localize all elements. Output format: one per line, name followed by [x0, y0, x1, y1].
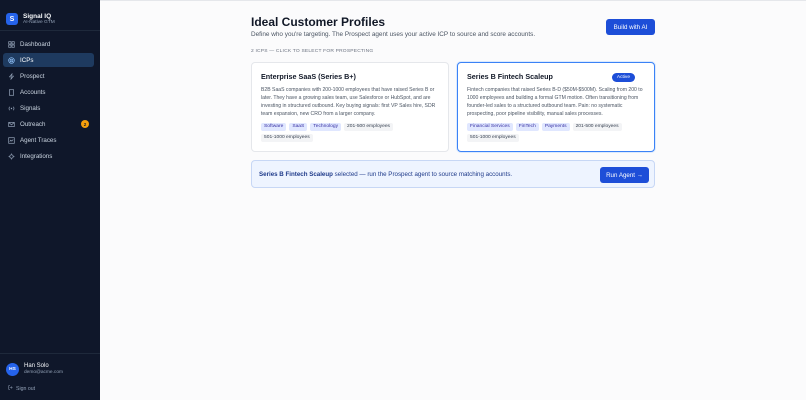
size-tag: 501-1000 employees — [261, 133, 313, 142]
sidebar-divider — [0, 353, 100, 354]
page-title: Ideal Customer Profiles — [251, 15, 386, 29]
sign-out-label: Sign out — [16, 385, 36, 392]
icp-tags: Financial Services FinTech Payments 201-… — [467, 122, 645, 142]
selection-banner: Series B Fintech Scaleup selected — run … — [251, 160, 655, 188]
sidebar-item-label: ICPs — [20, 56, 34, 64]
icp-card-fintech-scaleup[interactable]: Series B Fintech Scaleup Active Fintech … — [457, 62, 655, 152]
banner-text: selected — run the Prospect agent to sou… — [332, 171, 513, 178]
mail-icon — [8, 121, 15, 128]
sidebar-item-agent-traces[interactable]: Agent Traces — [3, 133, 94, 147]
icp-card-title: Enterprise SaaS (Series B+) — [261, 72, 356, 81]
bolt-icon — [8, 72, 15, 80]
sidebar-item-label: Outreach — [20, 120, 46, 128]
sidebar-item-prospect[interactable]: Prospect — [3, 69, 94, 83]
outreach-count-badge: 2 — [81, 120, 89, 128]
industry-tag: Technology — [310, 122, 342, 131]
build-with-ai-button[interactable]: Build with AI — [606, 19, 655, 35]
icp-count-label: 2 ICPS — CLICK TO SELECT FOR PROSPECTING — [251, 49, 374, 54]
sign-out-button[interactable]: Sign out — [8, 385, 35, 392]
user-email: demo@acme.com — [24, 370, 63, 376]
active-badge: Active — [611, 73, 635, 82]
avatar: HS — [6, 363, 19, 376]
industry-tag: Payments — [541, 122, 570, 131]
page-subtitle: Define who you're targeting. The Prospec… — [251, 31, 536, 38]
brand-subtitle: AI-Native GTM — [23, 19, 55, 25]
sidebar-item-label: Agent Traces — [20, 136, 57, 144]
sidebar: S Signal IQ AI-Native GTM Dashboard ICPs… — [0, 0, 100, 400]
sidebar-item-signals[interactable]: Signals — [3, 101, 94, 115]
sidebar-item-label: Integrations — [20, 152, 53, 160]
main-content: Ideal Customer Profiles Define who you'r… — [100, 0, 806, 400]
industry-tag: Software — [261, 122, 287, 131]
sidebar-item-integrations[interactable]: Integrations — [3, 149, 94, 163]
trace-icon — [8, 136, 15, 144]
sign-out-icon — [8, 385, 13, 392]
sidebar-item-label: Accounts — [20, 88, 46, 96]
industry-tag: FinTech — [515, 122, 539, 131]
sidebar-item-accounts[interactable]: Accounts — [3, 85, 94, 99]
sidebar-item-icps[interactable]: ICPs — [3, 53, 94, 67]
run-agent-button[interactable]: Run Agent → — [600, 167, 649, 183]
sidebar-item-dashboard[interactable]: Dashboard — [3, 37, 94, 51]
brand-logo: S — [6, 13, 18, 25]
icp-card-enterprise-saas[interactable]: Enterprise SaaS (Series B+) B2B SaaS com… — [251, 62, 449, 152]
sidebar-divider — [0, 30, 100, 31]
icp-card-description: Fintech companies that raised Series B-D… — [467, 87, 643, 117]
brand-title: Signal IQ — [23, 12, 52, 20]
target-icon — [8, 56, 15, 64]
user-profile[interactable]: HS Han Solo demo@acme.com — [6, 363, 63, 376]
size-tag: 201-500 employees — [572, 122, 622, 131]
banner-message: Series B Fintech Scaleup selected — run … — [259, 171, 512, 178]
building-icon — [8, 88, 15, 96]
icp-tags: Software SaaS Technology 201-500 employe… — [261, 122, 439, 142]
industry-tag: Financial Services — [467, 122, 513, 131]
signal-icon — [8, 105, 15, 112]
sidebar-item-outreach[interactable]: Outreach 2 — [3, 117, 94, 131]
size-tag: 501-1000 employees — [467, 133, 519, 142]
plug-icon — [8, 153, 15, 160]
size-tag: 201-500 employees — [344, 122, 393, 131]
grid-icon — [8, 40, 15, 48]
industry-tag: SaaS — [289, 122, 308, 131]
sidebar-nav: Dashboard ICPs Prospect Accounts Signals — [3, 37, 94, 165]
selected-icp-name: Series B Fintech Scaleup — [259, 171, 333, 178]
sidebar-item-label: Prospect — [20, 72, 45, 80]
brand[interactable]: S Signal IQ AI-Native GTM — [0, 0, 100, 30]
sidebar-item-label: Signals — [20, 104, 41, 112]
sidebar-item-label: Dashboard — [20, 40, 51, 48]
icp-card-description: B2B SaaS companies with 200-1000 employe… — [261, 87, 436, 117]
